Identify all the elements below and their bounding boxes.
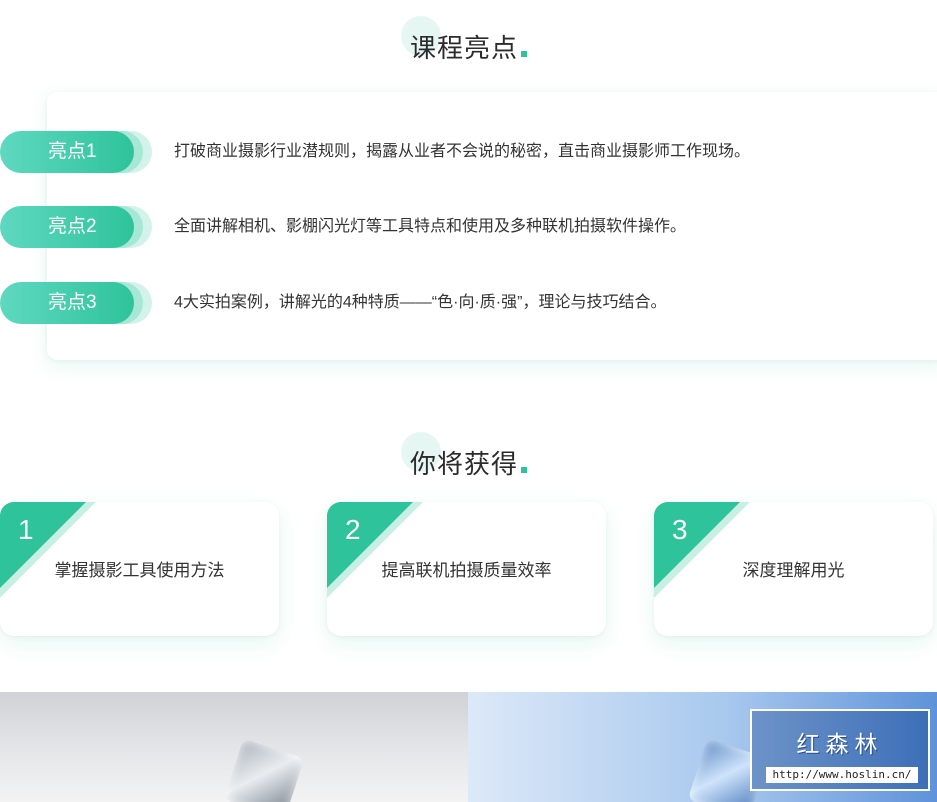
gain-text-2: 提高联机拍摄质量效率: [381, 561, 552, 580]
watermark-url: http://www.hoslin.cn/: [766, 767, 918, 783]
watermark-logo: 红森林 http://www.hoslin.cn/: [750, 709, 930, 791]
title-dot: [521, 51, 527, 57]
gain-number-3: 3: [672, 514, 688, 545]
title-dot: [521, 467, 527, 473]
gain-text-1: 掌握摄影工具使用方法: [54, 561, 225, 580]
gains-section-title: 你将获得: [0, 432, 937, 481]
gain-text-3: 深度理解用光: [742, 561, 845, 580]
gain-card-1: 1 掌握摄影工具使用方法: [0, 502, 279, 636]
gain-card-2: 2 提高联机拍摄质量效率: [327, 502, 606, 636]
highlight-text-1: 打破商业摄影行业潜规则，揭露从业者不会说的秘密，直击商业摄影师工作现场。: [174, 143, 751, 160]
gains-title-text: 你将获得: [409, 449, 518, 479]
highlights-title-text: 课程亮点: [409, 33, 518, 63]
highlight-row-3: 亮点3 4大实拍案例，讲解光的4种特质——“色·向·质·强”，理论与技巧结合。: [0, 282, 937, 326]
highlight-badge-2: 亮点2: [0, 206, 134, 248]
highlight-badge-3: 亮点3: [0, 282, 134, 324]
highlight-row-2: 亮点2 全面讲解相机、影棚闪光灯等工具特点和使用及多种联机拍摄软件操作。: [0, 206, 937, 250]
gain-card-3: 3 深度理解用光: [654, 502, 933, 636]
photo-ice-cube-left: [0, 692, 468, 802]
gain-number-2: 2: [345, 514, 361, 545]
highlight-badge-1: 亮点1: [0, 131, 134, 173]
highlight-text-3: 4大实拍案例，讲解光的4种特质——“色·向·质·强”，理论与技巧结合。: [174, 294, 667, 311]
highlights-section-title: 课程亮点: [0, 16, 937, 65]
highlight-text-2: 全面讲解相机、影棚闪光灯等工具特点和使用及多种联机拍摄软件操作。: [174, 218, 687, 235]
highlight-row-1: 亮点1 打破商业摄影行业潜规则，揭露从业者不会说的秘密，直击商业摄影师工作现场。: [0, 131, 937, 175]
gain-number-1: 1: [18, 514, 34, 545]
ice-cube-image: [223, 738, 305, 802]
watermark-title: 红森林: [796, 732, 884, 758]
